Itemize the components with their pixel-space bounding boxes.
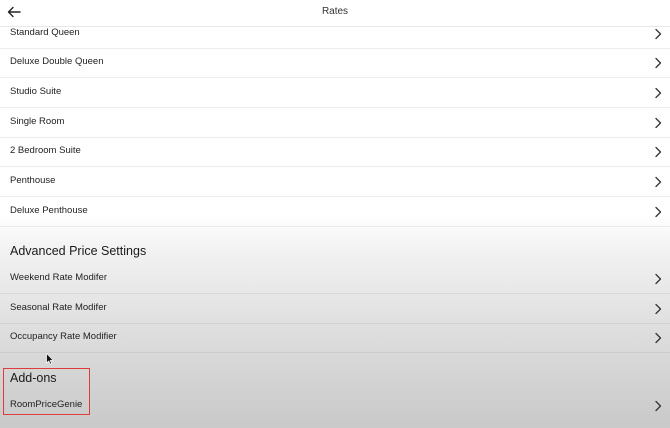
advanced-row-weekend-rate[interactable]: Weekend Rate Modifer <box>0 264 670 294</box>
chevron-right-icon <box>655 206 662 218</box>
row-label: Single Room <box>10 116 65 127</box>
row-label: Seasonal Rate Modifer <box>10 302 107 313</box>
chevron-right-icon <box>655 332 662 344</box>
row-label: RoomPriceGenie <box>10 399 83 410</box>
chevron-right-icon <box>655 303 662 315</box>
row-label: Occupancy Rate Modifier <box>10 331 117 342</box>
rate-row-2-bedroom-suite[interactable]: 2 Bedroom Suite <box>0 137 670 167</box>
chevron-right-icon <box>655 176 662 188</box>
mouse-cursor-icon <box>46 353 54 365</box>
row-label: Deluxe Double Queen <box>10 56 104 67</box>
section-title-add-ons: Add-ons <box>10 371 57 385</box>
rate-row-studio-suite[interactable]: Studio Suite <box>0 78 670 108</box>
rate-row-single-room[interactable]: Single Room <box>0 108 670 138</box>
chevron-right-icon <box>655 400 662 412</box>
rate-row-deluxe-penthouse[interactable]: Deluxe Penthouse <box>0 197 670 227</box>
advanced-row-seasonal-rate[interactable]: Seasonal Rate Modifer <box>0 294 670 324</box>
chevron-right-icon <box>655 28 662 40</box>
row-label: 2 Bedroom Suite <box>10 145 81 156</box>
rate-row-penthouse[interactable]: Penthouse <box>0 167 670 197</box>
page-title: Rates <box>321 6 349 17</box>
row-label: Studio Suite <box>10 86 62 97</box>
chevron-right-icon <box>655 273 662 285</box>
chevron-right-icon <box>655 87 662 99</box>
row-label: Weekend Rate Modifer <box>10 272 107 283</box>
row-label: Standard Queen <box>10 27 80 38</box>
advanced-row-occupancy-rate[interactable]: Occupancy Rate Modifier <box>0 323 670 353</box>
row-label: Penthouse <box>10 175 56 186</box>
chevron-right-icon <box>655 117 662 129</box>
section-title-advanced-price-settings: Advanced Price Settings <box>10 244 147 258</box>
row-label: Deluxe Penthouse <box>10 205 88 216</box>
chevron-right-icon <box>655 57 662 69</box>
chevron-right-icon <box>655 146 662 158</box>
rate-row-standard-queen[interactable]: Standard Queen <box>0 19 670 49</box>
rate-row-deluxe-double-queen[interactable]: Deluxe Double Queen <box>0 48 670 78</box>
addon-row-roompricegenie[interactable]: RoomPriceGenie <box>0 391 670 420</box>
